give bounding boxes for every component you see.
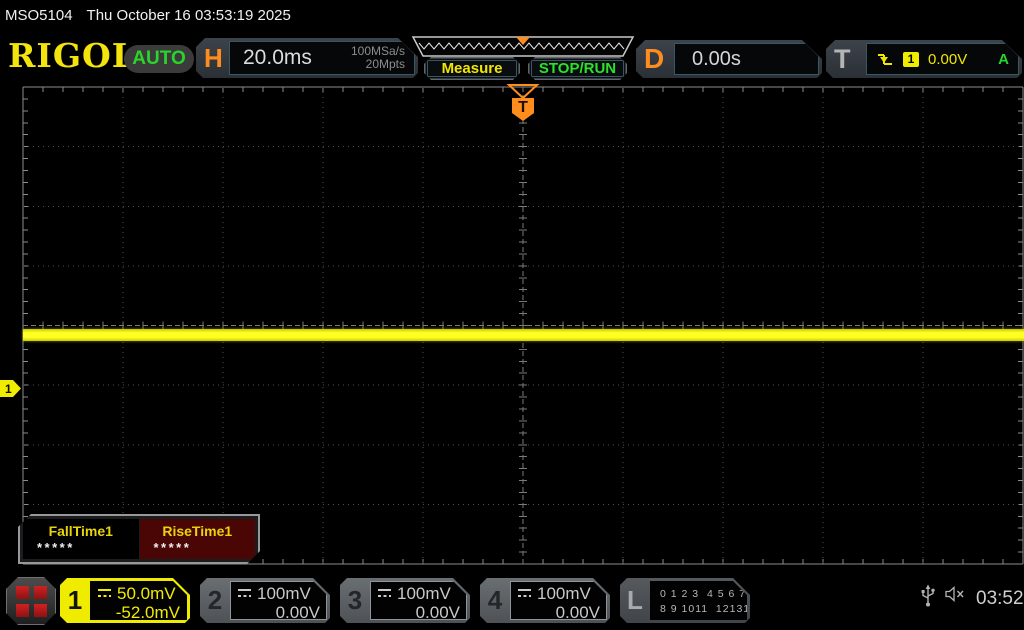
rigol-logo: RIGOL — [8, 36, 136, 75]
channel-number: 2 — [207, 585, 223, 615]
channel-box-3[interactable]: 3 100mV 0.00V — [340, 578, 470, 623]
channel-number: 1 — [67, 585, 83, 615]
horizontal-settings-box[interactable]: H 20.0ms 100MSa/s 20Mpts — [196, 38, 418, 78]
trigger-level-value: 0.00V — [928, 50, 968, 68]
channel-offset: 0.00V — [415, 603, 460, 622]
falling-edge-icon — [876, 52, 894, 66]
channel-scale: 50.0mV — [117, 583, 176, 603]
titlebar: MSO5104 Thu October 16 03:53:19 2025 — [0, 0, 1024, 30]
delay-box[interactable]: D 0.00s — [636, 40, 822, 78]
channel-scale: 100mV — [397, 583, 451, 603]
measurement-item-risetime[interactable]: RiseTime1 ***** — [140, 519, 256, 559]
logic-digits-row1: 0 1 2 3 4 5 6 7 — [660, 588, 747, 600]
channel-number: 4 — [487, 585, 503, 615]
logic-analyzer-box[interactable]: L 0 1 2 3 4 5 6 7 8 9 1011 12131415 — [620, 578, 750, 623]
channel-box-4[interactable]: 4 100mV 0.00V — [480, 578, 610, 623]
channel-box-2[interactable]: 2 100mV 0.00V — [200, 578, 330, 623]
channel-offset: 0.00V — [275, 603, 320, 622]
dc-coupling-icon — [517, 588, 532, 599]
channel-box-1[interactable]: 1 50.0mV -52.0mV — [60, 578, 190, 623]
waveform-preview-strip[interactable] — [411, 36, 635, 57]
dc-coupling-icon — [237, 588, 252, 599]
measurement-item-falltime[interactable]: FallTime1 ***** — [23, 519, 139, 559]
model-label: MSO5104 — [5, 7, 73, 24]
acquisition-status-badge: AUTO — [124, 45, 194, 73]
speaker-muted-icon — [945, 586, 964, 602]
measurement-name: FallTime1 — [48, 523, 113, 539]
measurement-overlay: FallTime1 ***** RiseTime1 ***** — [18, 514, 260, 564]
channel-number: 3 — [347, 585, 363, 615]
clock-label: 03:52 — [976, 588, 1024, 609]
oscilloscope-screen: MSO5104 Thu October 16 03:53:19 2025 RIGO… — [0, 0, 1024, 630]
menu-button[interactable] — [6, 577, 56, 625]
trigger-source-badge: 1 — [903, 52, 919, 67]
datetime-label: Thu October 16 03:53:19 2025 — [86, 7, 291, 24]
logic-digits-row2: 8 9 1011 12131415 — [660, 603, 771, 615]
d-label: D — [644, 43, 665, 74]
usb-icon — [921, 584, 935, 607]
stop-run-button[interactable]: STOP/RUN — [528, 57, 627, 80]
t-label: T — [834, 43, 851, 74]
h-label: H — [204, 42, 223, 73]
dc-coupling-icon — [97, 588, 112, 599]
channel1-trace — [23, 329, 1024, 341]
channel-scale: 100mV — [257, 583, 311, 603]
dc-coupling-icon — [377, 588, 392, 599]
delay-value: 0.00s — [692, 47, 741, 70]
measurement-value: ***** — [37, 540, 75, 555]
graticule-grid — [22, 86, 1024, 565]
grid-icon — [16, 586, 47, 617]
memory-depth: 20Mpts — [365, 57, 405, 71]
measure-button[interactable]: Measure — [424, 57, 520, 80]
channel-offset: 0.00V — [555, 603, 600, 622]
logic-label: L — [627, 585, 643, 615]
channel-scale: 100mV — [537, 583, 591, 603]
measurement-value: ***** — [153, 540, 192, 555]
trigger-box[interactable]: T 1 0.00V A — [826, 40, 1022, 78]
trigger-marker-label: T — [518, 99, 528, 116]
trigger-sweep-mode: A — [998, 50, 1009, 68]
channel-offset: -52.0mV — [115, 603, 180, 622]
trigger-position-marker[interactable]: T — [506, 84, 540, 122]
measurement-name: RiseTime1 — [162, 523, 233, 539]
timebase-value: 20.0ms — [243, 46, 312, 69]
